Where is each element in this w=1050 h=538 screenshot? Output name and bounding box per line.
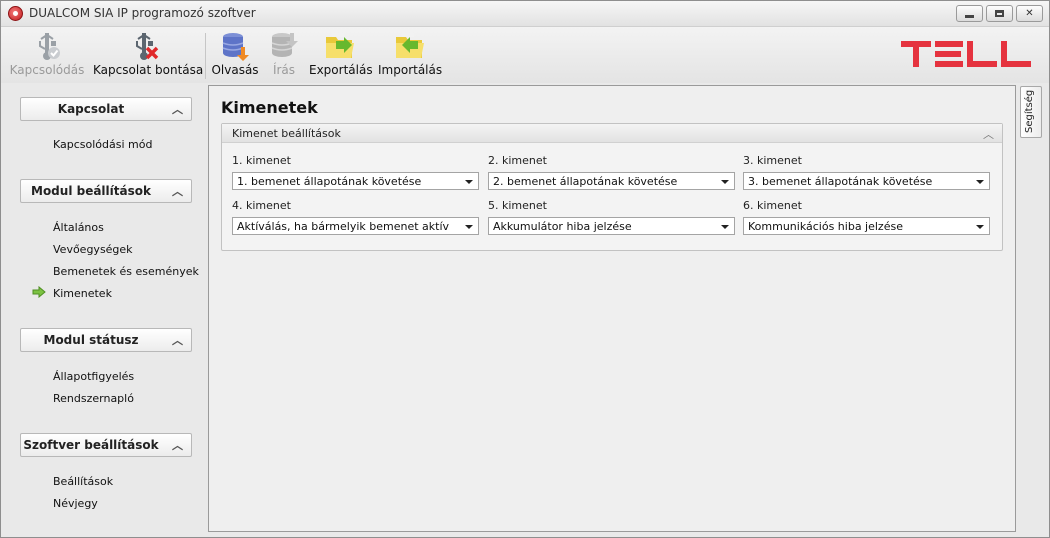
dropdown-arrow-icon bbox=[465, 180, 473, 184]
output-3-label: 3. kimenet bbox=[743, 154, 802, 167]
usb-connect-icon bbox=[39, 33, 60, 60]
output-5-select[interactable]: Akkumulátor hiba jelzése bbox=[488, 217, 735, 235]
dropdown-arrow-icon bbox=[721, 180, 729, 184]
output-4-select[interactable]: Aktíválás, ha bármelyik bemenet aktív bbox=[232, 217, 479, 235]
chevron-up-icon: ︿ bbox=[983, 128, 994, 141]
export-button[interactable]: Exportálás bbox=[309, 29, 373, 81]
connect-button[interactable]: Kapcsolódás bbox=[7, 29, 87, 81]
import-button[interactable]: Importálás bbox=[378, 29, 442, 81]
group-header-szoftver-beallitasok[interactable]: Szoftver beállítások ︿ bbox=[20, 433, 192, 457]
output-2-label: 2. kimenet bbox=[488, 154, 547, 167]
window-title: DUALCOM SIA IP programozó szoftver bbox=[29, 6, 256, 20]
toolbar-separator bbox=[205, 33, 206, 79]
maximize-icon bbox=[995, 10, 1004, 17]
database-read-icon bbox=[222, 33, 249, 61]
group-header-kapcsolat[interactable]: Kapcsolat ︿ bbox=[20, 97, 192, 121]
minimize-icon bbox=[965, 15, 974, 18]
output-5-label: 5. kimenet bbox=[488, 199, 547, 212]
output-4-label: 4. kimenet bbox=[232, 199, 291, 212]
chevron-up-icon: ︿ bbox=[172, 185, 183, 198]
group-title: Modul státusz bbox=[43, 333, 139, 347]
sidebar-item-kimenetek[interactable]: Kimenetek bbox=[53, 287, 112, 300]
database-write-icon bbox=[271, 33, 298, 57]
sidebar-item-beallitasok[interactable]: Beállítások bbox=[53, 475, 113, 488]
output-3-select[interactable]: 3. bemenet állapotának követése bbox=[743, 172, 990, 190]
close-icon: ✕ bbox=[1025, 8, 1034, 19]
sidebar-item-altalanos[interactable]: Általános bbox=[53, 221, 104, 234]
sidebar-item-allapotfigyeles[interactable]: Állapotfigyelés bbox=[53, 370, 134, 383]
export-label: Exportálás bbox=[309, 63, 373, 77]
dropdown-arrow-icon bbox=[721, 225, 729, 229]
dropdown-arrow-icon bbox=[465, 225, 473, 229]
output-settings-group: Kimenet beállítások ︿ 1. kimenet 1. beme… bbox=[221, 123, 1003, 251]
dropdown-arrow-icon bbox=[976, 225, 984, 229]
write-label: Írás bbox=[272, 63, 296, 77]
output-6-select[interactable]: Kommunikációs hiba jelzése bbox=[743, 217, 990, 235]
output-4-value: Aktíválás, ha bármelyik bemenet aktív bbox=[237, 220, 450, 233]
sidebar: Kapcsolat ︿ Kapcsolódási mód Modul beáll… bbox=[1, 85, 205, 537]
write-button[interactable]: Írás bbox=[265, 29, 303, 81]
output-6-value: Kommunikációs hiba jelzése bbox=[748, 220, 903, 233]
output-1-label: 1. kimenet bbox=[232, 154, 291, 167]
output-1-value: 1. bemenet állapotának követése bbox=[237, 175, 422, 188]
folder-export-icon bbox=[326, 33, 354, 58]
minimize-button[interactable] bbox=[956, 5, 983, 22]
chevron-up-icon: ︿ bbox=[172, 334, 183, 347]
help-tab[interactable]: Segítség bbox=[1020, 86, 1042, 138]
page-title: Kimenetek bbox=[221, 98, 318, 117]
title-bar: DUALCOM SIA IP programozó szoftver ✕ bbox=[1, 1, 1049, 27]
sidebar-item-rendszernaplo[interactable]: Rendszernapló bbox=[53, 392, 134, 405]
chevron-up-icon: ︿ bbox=[172, 439, 183, 452]
chevron-up-icon: ︿ bbox=[172, 103, 183, 116]
close-button[interactable]: ✕ bbox=[1016, 5, 1043, 22]
output-1-select[interactable]: 1. bemenet állapotának követése bbox=[232, 172, 479, 190]
output-6-label: 6. kimenet bbox=[743, 199, 802, 212]
folder-import-icon bbox=[396, 33, 424, 58]
connect-label: Kapcsolódás bbox=[9, 63, 85, 77]
read-label: Olvasás bbox=[211, 63, 259, 77]
app-window: DUALCOM SIA IP programozó szoftver ✕ Kap… bbox=[0, 0, 1050, 538]
output-5-value: Akkumulátor hiba jelzése bbox=[493, 220, 632, 233]
usb-disconnect-icon bbox=[136, 33, 159, 60]
group-title: Szoftver beállítások bbox=[23, 438, 159, 452]
group-title: Modul beállítások bbox=[31, 184, 151, 198]
tell-logo bbox=[901, 41, 1031, 67]
sidebar-item-kapcsolodasi-mod[interactable]: Kapcsolódási mód bbox=[53, 138, 152, 151]
group-title: Kapcsolat bbox=[57, 102, 125, 116]
group-header-modul-statusz[interactable]: Modul státusz ︿ bbox=[20, 328, 192, 352]
groupbox-title: Kimenet beállítások bbox=[232, 127, 341, 140]
help-tab-label: Segítség bbox=[1024, 89, 1035, 133]
app-logo-icon bbox=[8, 6, 23, 21]
import-label: Importálás bbox=[378, 63, 443, 77]
read-button[interactable]: Olvasás bbox=[211, 29, 259, 81]
sidebar-item-vevoegysegek[interactable]: Vevőegységek bbox=[53, 243, 133, 256]
sidebar-item-nevjegy[interactable]: Névjegy bbox=[53, 497, 98, 510]
active-arrow-icon bbox=[32, 286, 46, 298]
toolbar: Kapcsolódás Kapcsolat bontása Olvasás Ír… bbox=[1, 27, 1049, 83]
main-panel: Kimenetek Kimenet beállítások ︿ 1. kimen… bbox=[208, 85, 1016, 532]
dropdown-arrow-icon bbox=[976, 180, 984, 184]
sidebar-item-bemenetek[interactable]: Bemenetek és események bbox=[53, 265, 199, 278]
output-2-select[interactable]: 2. bemenet állapotának követése bbox=[488, 172, 735, 190]
groupbox-header[interactable]: Kimenet beállítások ︿ bbox=[222, 124, 1002, 143]
maximize-button[interactable] bbox=[986, 5, 1013, 22]
disconnect-label: Kapcsolat bontása bbox=[93, 63, 204, 77]
disconnect-button[interactable]: Kapcsolat bontása bbox=[93, 29, 204, 81]
output-3-value: 3. bemenet állapotának követése bbox=[748, 175, 933, 188]
output-2-value: 2. bemenet állapotának követése bbox=[493, 175, 678, 188]
group-header-modul-beallitasok[interactable]: Modul beállítások ︿ bbox=[20, 179, 192, 203]
